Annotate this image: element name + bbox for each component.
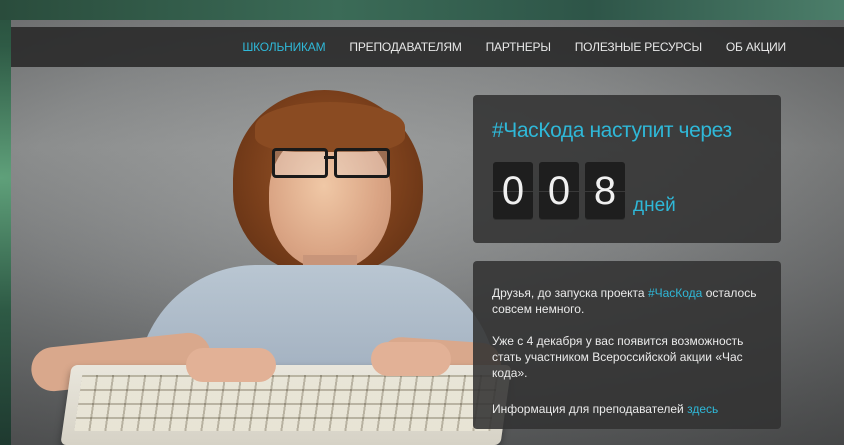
info-panel: Друзья, до запуска проекта #ЧасКода оста…	[473, 261, 781, 429]
nav-item-resources[interactable]: ПОЛЕЗНЫЕ РЕСУРСЫ	[575, 40, 702, 54]
glasses-icon	[272, 148, 390, 178]
nav-item-teachers[interactable]: ПРЕПОДАВАТЕЛЯМ	[349, 40, 461, 54]
countdown-title: #ЧасКода наступит через	[492, 119, 732, 142]
background-frame-top	[0, 0, 844, 20]
teachers-info-link[interactable]: здесь	[687, 402, 718, 416]
info-paragraph-teachers: Информация для преподавателей здесь	[492, 401, 764, 417]
teachers-info-text: Информация для преподавателей	[492, 402, 688, 416]
boy-hand-right	[371, 342, 451, 376]
nav-item-about[interactable]: ОБ АКЦИИ	[726, 40, 786, 54]
countdown-unit: дней	[633, 195, 676, 216]
countdown-digit: 0	[493, 162, 533, 220]
boy-hand-left	[186, 348, 276, 382]
countdown-panel: #ЧасКода наступит через 0 0 8 дней	[473, 95, 781, 243]
countdown-digit: 0	[539, 162, 579, 220]
boy-fringe	[255, 102, 405, 152]
hashtag-text: #ЧасКода	[647, 286, 703, 300]
intro-text-start: Друзья, до запуска проекта	[492, 286, 648, 300]
nav-item-partners[interactable]: ПАРТНЕРЫ	[486, 40, 551, 54]
info-paragraph-date: Уже с 4 декабря у вас появится возможнос…	[492, 334, 744, 380]
nav-item-students[interactable]: ШКОЛЬНИКАМ	[242, 40, 325, 54]
info-paragraph-intro: Друзья, до запуска проекта #ЧасКода оста…	[492, 285, 764, 317]
top-navigation: ШКОЛЬНИКАМ ПРЕПОДАВАТЕЛЯМ ПАРТНЕРЫ ПОЛЕЗ…	[11, 27, 844, 67]
keyboard-icon	[60, 365, 512, 445]
nav-menu: ШКОЛЬНИКАМ ПРЕПОДАВАТЕЛЯМ ПАРТНЕРЫ ПОЛЕЗ…	[242, 27, 786, 67]
countdown-digit: 8	[585, 162, 625, 220]
